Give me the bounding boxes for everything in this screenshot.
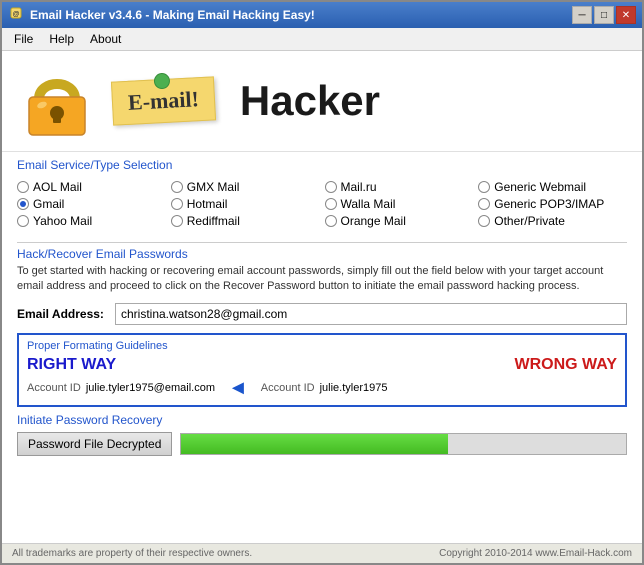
decrypt-button[interactable]: Password File Decrypted xyxy=(17,432,172,456)
radio-generic-web-circle[interactable] xyxy=(478,181,490,193)
formatting-label: Proper Formating Guidelines xyxy=(27,340,617,352)
hacker-title: Hacker xyxy=(240,77,380,125)
radio-generic-web-label: Generic Webmail xyxy=(494,180,586,194)
radio-orange[interactable]: Orange Mail xyxy=(325,214,474,228)
radio-walla-circle[interactable] xyxy=(325,198,337,210)
minimize-button[interactable]: ─ xyxy=(572,6,592,24)
email-note-text: E-mail! xyxy=(127,86,199,115)
email-row: Email Address: xyxy=(17,303,627,325)
menu-file[interactable]: File xyxy=(6,30,41,48)
radio-aol-label: AOL Mail xyxy=(33,180,82,194)
right-account-label: Account ID xyxy=(27,382,81,394)
wrong-account-row: Account ID julie.tyler1975 xyxy=(261,382,388,394)
menu-bar: File Help About xyxy=(2,28,642,51)
right-way-label: RIGHT WAY xyxy=(27,356,116,374)
formatting-section: Proper Formating Guidelines RIGHT WAY WR… xyxy=(17,333,627,407)
radio-yahoo-label: Yahoo Mail xyxy=(33,214,92,228)
radio-generic-pop[interactable]: Generic POP3/IMAP xyxy=(478,197,627,211)
hack-section-label: Hack/Recover Email Passwords xyxy=(17,247,627,261)
wrong-account-label: Account ID xyxy=(261,382,315,394)
window-title: Email Hacker v3.4.6 - Making Email Hacki… xyxy=(30,8,315,22)
radio-hotmail-circle[interactable] xyxy=(171,198,183,210)
radio-gmx-circle[interactable] xyxy=(171,181,183,193)
svg-text:@: @ xyxy=(13,11,20,18)
wrong-way-label: WRONG WAY xyxy=(514,356,617,374)
radio-rediff-label: Rediffmail xyxy=(187,214,240,228)
email-field-label: Email Address: xyxy=(17,307,107,321)
radio-walla-label: Walla Mail xyxy=(341,197,396,211)
radio-generic-pop-label: Generic POP3/IMAP xyxy=(494,197,604,211)
email-service-label: Email Service/Type Selection xyxy=(17,158,627,172)
password-row: Password File Decrypted xyxy=(17,432,627,456)
radio-orange-label: Orange Mail xyxy=(341,214,406,228)
footer: All trademarks are property of their res… xyxy=(2,543,642,563)
radio-other[interactable]: Other/Private xyxy=(478,214,627,228)
radio-mailru-circle[interactable] xyxy=(325,181,337,193)
title-bar-left: @ Email Hacker v3.4.6 - Making Email Hac… xyxy=(8,7,315,23)
right-account-row: Account ID julie.tyler1975@email.com xyxy=(27,382,215,394)
radio-generic-pop-circle[interactable] xyxy=(478,198,490,210)
radio-aol[interactable]: AOL Mail xyxy=(17,180,166,194)
radio-rediff-circle[interactable] xyxy=(171,215,183,227)
radio-hotmail-label: Hotmail xyxy=(187,197,228,211)
progress-bar-fill xyxy=(181,434,448,454)
wrong-account-value: julie.tyler1975 xyxy=(320,382,388,394)
radio-gmx[interactable]: GMX Mail xyxy=(171,180,320,194)
radio-generic-web[interactable]: Generic Webmail xyxy=(478,180,627,194)
radio-rediff[interactable]: Rediffmail xyxy=(171,214,320,228)
divider-1 xyxy=(17,242,627,243)
radio-orange-circle[interactable] xyxy=(325,215,337,227)
password-section-label: Initiate Password Recovery xyxy=(17,413,627,427)
progress-bar-container xyxy=(180,433,627,455)
radio-other-circle[interactable] xyxy=(478,215,490,227)
radio-mailru-label: Mail.ru xyxy=(341,180,377,194)
formatting-header-row: RIGHT WAY WRONG WAY xyxy=(27,356,617,374)
footer-right: Copyright 2010-2014 www.Email-Hack.com xyxy=(439,548,632,559)
menu-help[interactable]: Help xyxy=(41,30,82,48)
radio-gmail[interactable]: Gmail xyxy=(17,197,166,211)
right-account-value: julie.tyler1975@email.com xyxy=(86,382,215,394)
radio-yahoo-circle[interactable] xyxy=(17,215,29,227)
radio-grid: AOL Mail GMX Mail Mail.ru Generic Webmai… xyxy=(17,176,627,232)
arrow-left-icon: ◄ xyxy=(228,377,248,400)
header-section: E-mail! Hacker xyxy=(2,51,642,152)
padlock-icon xyxy=(17,61,97,141)
radio-yahoo[interactable]: Yahoo Mail xyxy=(17,214,166,228)
radio-aol-circle[interactable] xyxy=(17,181,29,193)
email-input[interactable] xyxy=(115,303,627,325)
formatting-content: Account ID julie.tyler1975@email.com ◄ A… xyxy=(27,377,617,400)
footer-left: All trademarks are property of their res… xyxy=(12,548,252,559)
title-controls: ─ □ ✕ xyxy=(572,6,636,24)
close-button[interactable]: ✕ xyxy=(616,6,636,24)
radio-gmail-label: Gmail xyxy=(33,197,64,211)
radio-other-label: Other/Private xyxy=(494,214,565,228)
main-content: E-mail! Hacker Email Service/Type Select… xyxy=(2,51,642,563)
main-window: @ Email Hacker v3.4.6 - Making Email Hac… xyxy=(0,0,644,565)
radio-gmx-label: GMX Mail xyxy=(187,180,240,194)
description-text: To get started with hacking or recoverin… xyxy=(17,264,627,295)
title-bar: @ Email Hacker v3.4.6 - Making Email Hac… xyxy=(2,2,642,28)
menu-about[interactable]: About xyxy=(82,30,129,48)
radio-gmail-circle[interactable] xyxy=(17,198,29,210)
radio-walla[interactable]: Walla Mail xyxy=(325,197,474,211)
radio-hotmail[interactable]: Hotmail xyxy=(171,197,320,211)
radio-mailru[interactable]: Mail.ru xyxy=(325,180,474,194)
app-icon: @ xyxy=(8,7,24,23)
body-section: Email Service/Type Selection AOL Mail GM… xyxy=(2,152,642,543)
email-note: E-mail! xyxy=(111,76,216,125)
maximize-button[interactable]: □ xyxy=(594,6,614,24)
